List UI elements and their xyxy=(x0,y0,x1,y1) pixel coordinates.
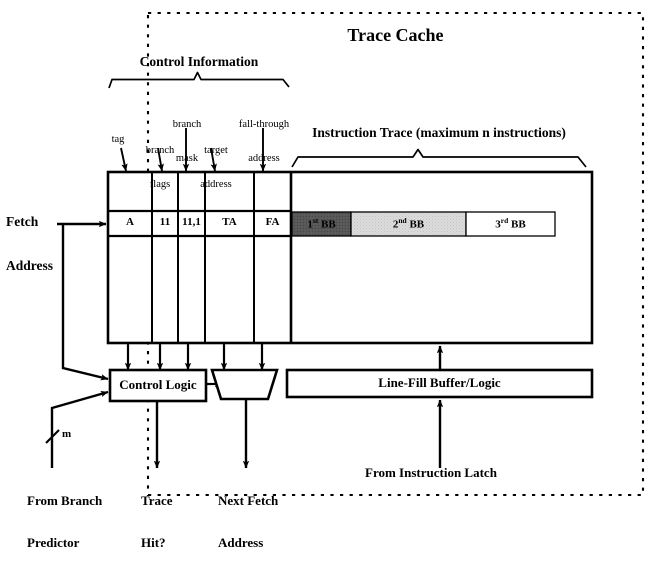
cell-branch-flags-value: 11 xyxy=(159,216,171,228)
trace-block-3rd-bb-label: 3rd BB xyxy=(466,216,555,232)
fetch-address-label: Fetch Address xyxy=(6,186,106,303)
from-branch-predictor-line1: From Branch xyxy=(27,493,103,509)
branch-predictor-input-line xyxy=(50,390,109,468)
trace-block-1st-bb-label: 1st BB xyxy=(292,216,351,232)
trace-hit-label: Trace Hit? xyxy=(141,466,221,578)
field-label-tag: tag xyxy=(111,134,125,145)
from-instruction-latch-label: From Instruction Latch xyxy=(365,465,497,480)
bb2-sup: nd xyxy=(398,216,407,225)
fetch-address-line1: Fetch xyxy=(6,214,39,230)
line-fill-buffer-label: Line-Fill Buffer/Logic xyxy=(378,375,501,390)
trace-hit-line2: Hit? xyxy=(141,535,166,551)
field-label-fall-through-line2: address xyxy=(248,152,280,164)
trace-block-2nd-bb-label: 2nd BB xyxy=(351,216,466,232)
control-information-brace xyxy=(108,71,290,89)
bb1-tail: BB xyxy=(318,218,336,231)
next-fetch-address-line1: Next Fetch xyxy=(218,493,279,509)
cell-branch-mask-value: 11,1 xyxy=(182,216,201,228)
fetch-address-line2: Address xyxy=(6,257,54,273)
bb3-tail: BB xyxy=(508,218,526,231)
trace-cache-diagram: Trace Cache Control Information Instruct… xyxy=(0,0,655,550)
page-title: Trace Cache xyxy=(347,25,444,45)
instruction-trace-label: Instruction Trace (maximum n instruction… xyxy=(312,125,566,140)
control-information-label: Control Information xyxy=(139,54,259,69)
cell-tag-value: A xyxy=(126,216,134,228)
field-label-fall-through-line1: fall-through xyxy=(238,118,290,130)
field-label-fall-through-address: fall-through address xyxy=(232,96,296,187)
instruction-trace-brace xyxy=(291,148,587,168)
cell-fall-through-value: FA xyxy=(265,216,280,228)
next-fetch-address-label: Next Fetch Address xyxy=(218,466,328,578)
cell-target-address-value: TA xyxy=(222,216,237,228)
control-logic-label: Control Logic xyxy=(119,377,197,392)
mux-trapezoid[interactable] xyxy=(210,368,279,401)
from-branch-predictor-line2: Predictor xyxy=(27,535,80,551)
trace-hit-line1: Trace xyxy=(141,493,173,509)
bb2-tail: BB xyxy=(406,218,425,231)
next-fetch-address-line2: Address xyxy=(218,535,264,551)
from-branch-predictor-label: From Branch Predictor xyxy=(27,466,147,578)
bus-width-label: m xyxy=(62,428,72,440)
tag-pointer-arrow xyxy=(120,147,128,172)
